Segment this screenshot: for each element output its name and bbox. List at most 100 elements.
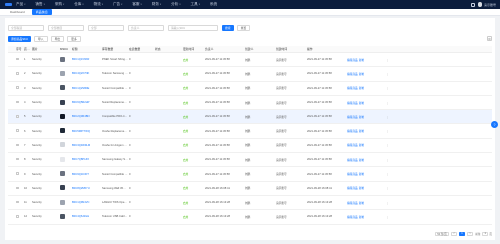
edit-product-link[interactable]: 编辑商品	[347, 187, 358, 190]
table-row[interactable]: 2 Security B0C4Q2X7NKTelecom Samsung Galax…	[8, 67, 492, 82]
import-button[interactable]: 导入	[33, 36, 48, 42]
row-checkbox[interactable]	[16, 200, 19, 204]
msku-link[interactable]: B0C7Q8P1ZX	[71, 158, 101, 161]
row-checkbox[interactable]	[16, 57, 19, 61]
more-vert-icon[interactable]: ⋮	[386, 102, 389, 105]
row-checkbox[interactable]	[16, 186, 19, 190]
search-button[interactable]: 搜索	[222, 25, 234, 31]
copy-link[interactable]: 复制	[359, 173, 364, 176]
copy-link[interactable]: 复制	[359, 102, 364, 105]
table-row[interactable]: 3 Security B0C1Q2S8DENuxtol Compatible Cha…	[8, 82, 492, 96]
product-thumbnail[interactable]	[60, 185, 65, 191]
nav-item[interactable]: 广告 ▾	[113, 2, 122, 7]
reset-button[interactable]: 重置	[236, 25, 251, 31]
product-thumbnail[interactable]	[60, 99, 65, 105]
tab-product-info[interactable]: 商品信息	[31, 9, 52, 15]
product-thumbnail[interactable]	[60, 128, 65, 134]
product-thumbnail[interactable]	[60, 70, 65, 76]
msku-link[interactable]: B0C1Q2S8DE	[71, 87, 101, 90]
edit-product-link[interactable]: 编辑商品	[347, 116, 358, 119]
edit-product-link[interactable]: 编辑商品	[347, 59, 358, 62]
nav-item[interactable]: 采购 ▾	[55, 2, 64, 7]
category-select[interactable]: 全部类目	[48, 25, 84, 31]
row-checkbox[interactable]	[16, 143, 19, 147]
product-thumbnail[interactable]	[60, 156, 65, 162]
copy-link[interactable]: 复制	[359, 87, 364, 90]
more-vert-icon[interactable]: ⋮	[386, 59, 389, 62]
msku-link[interactable]: B0C1Q9N4VC	[71, 201, 101, 204]
more-vert-icon[interactable]: ⋮	[386, 159, 389, 162]
nav-item[interactable]: 产品 ▾	[16, 2, 25, 7]
edit-product-link[interactable]: 编辑商品	[347, 202, 358, 205]
table-row[interactable]: 1 Security B0C1Q1V6KRPNEK Smart Shingle, S…	[8, 53, 492, 68]
more-vert-icon[interactable]: ⋮	[386, 216, 389, 219]
table-row[interactable]: 12 Security B0C4Q6J2GHTelecom USB Cable Ch…	[8, 210, 492, 225]
copy-link[interactable]: 复制	[359, 187, 364, 190]
more-button[interactable]: 更多	[67, 36, 81, 42]
nav-item[interactable]: 财务 ▾	[152, 2, 161, 7]
copy-link[interactable]: 复制	[359, 59, 364, 62]
copy-link[interactable]: 复制	[359, 144, 364, 147]
prev-page-button[interactable]: <	[450, 231, 458, 236]
row-checkbox[interactable]	[16, 215, 19, 218]
msku-link[interactable]: B0C6Q5R2HP	[71, 101, 101, 104]
row-checkbox[interactable]	[16, 157, 19, 161]
edit-product-link[interactable]: 编辑商品	[347, 144, 358, 147]
more-vert-icon[interactable]: ⋮	[386, 187, 389, 190]
edit-product-link[interactable]: 编辑商品	[347, 173, 358, 176]
msku-link[interactable]: B0C1Q1V6KR	[71, 58, 101, 61]
product-thumbnail[interactable]	[60, 142, 65, 148]
msku-link[interactable]: B0C5R6T7WQ	[71, 130, 101, 133]
page-size-select[interactable]: 50 条/页	[434, 231, 450, 236]
more-vert-icon[interactable]: ⋮	[386, 73, 389, 76]
next-page-button[interactable]: >	[466, 231, 474, 236]
help-icon[interactable]: ?	[491, 121, 498, 128]
edit-product-link[interactable]: 编辑商品	[347, 102, 358, 105]
nav-item[interactable]: 系统	[210, 2, 217, 7]
product-thumbnail[interactable]	[60, 113, 65, 119]
more-vert-icon[interactable]: ⋮	[386, 116, 389, 119]
row-checkbox[interactable]	[16, 72, 19, 75]
copy-link[interactable]: 复制	[359, 116, 364, 119]
msku-link[interactable]: B0C4Q6J2GH	[71, 215, 101, 218]
nav-item[interactable]: 仓库 ▾	[74, 2, 83, 7]
copy-link[interactable]: 复制	[359, 130, 364, 133]
nav-item[interactable]: 客服 ▾	[132, 2, 141, 7]
add-sku-button[interactable]: 添加商品SKU	[8, 36, 31, 42]
msku-link[interactable]: B0C9Q1K3FT	[71, 173, 101, 176]
product-thumbnail[interactable]	[60, 213, 65, 219]
copy-link[interactable]: 复制	[359, 216, 364, 219]
search-input[interactable]: 请输入SKU	[168, 25, 218, 31]
msku-link[interactable]: B0C8Q2M5YU	[71, 187, 101, 190]
row-checkbox[interactable]	[16, 100, 19, 104]
more-vert-icon[interactable]: ⋮	[386, 87, 389, 90]
row-checkbox[interactable]	[16, 172, 19, 175]
more-vert-icon[interactable]: ⋮	[386, 130, 389, 133]
tab-dashboard[interactable]: Dashboard	[6, 9, 29, 15]
copy-link[interactable]: 复制	[359, 73, 364, 76]
row-checkbox[interactable]	[16, 115, 19, 118]
owner-select[interactable]: 负责人	[128, 25, 164, 31]
nav-item[interactable]: 分析 ▾	[171, 2, 180, 7]
row-checkbox[interactable]	[16, 129, 19, 132]
row-checkbox[interactable]	[16, 86, 19, 89]
msku-link[interactable]: B0C3Q4W9LM	[71, 144, 101, 147]
logo[interactable]	[0, 0, 16, 9]
edit-product-link[interactable]: 编辑商品	[347, 130, 358, 133]
table-row[interactable]: 10 Security B0C8Q2M5YUSamsung Wall 45W Cha…	[8, 182, 492, 196]
table-row[interactable]: 5 Security B0C2Q3R4BNCompatible PRO-400 8.…	[8, 110, 492, 125]
table-row[interactable]: 9 Security B0C9Q1K3FTNuxtol Compatible Cha…	[8, 167, 492, 182]
table-row[interactable]: 8 Security B0C7Q8P1ZXSamsung Galaxy S8 / G…	[8, 153, 492, 168]
nav-item[interactable]: 销售 ▾	[35, 2, 44, 7]
nav-item[interactable]: 工具 ▾	[191, 2, 200, 7]
status-select[interactable]: 全部	[88, 25, 124, 31]
notification-icon[interactable]	[470, 2, 475, 7]
product-thumbnail[interactable]	[60, 85, 65, 91]
edit-product-link[interactable]: 编辑商品	[347, 73, 358, 76]
export-button[interactable]: 导出	[50, 36, 65, 42]
table-row[interactable]: 7 Security B0C3Q4W9LMOoshe for Anigem 6 Ba…	[8, 139, 492, 154]
edit-product-link[interactable]: 编辑商品	[347, 159, 358, 162]
product-thumbnail[interactable]	[60, 56, 65, 62]
page-1-button[interactable]: 1	[458, 231, 466, 236]
table-row[interactable]: 6 Security B0C5R6T7WQOoshe Replacement Ba.…	[8, 124, 492, 139]
